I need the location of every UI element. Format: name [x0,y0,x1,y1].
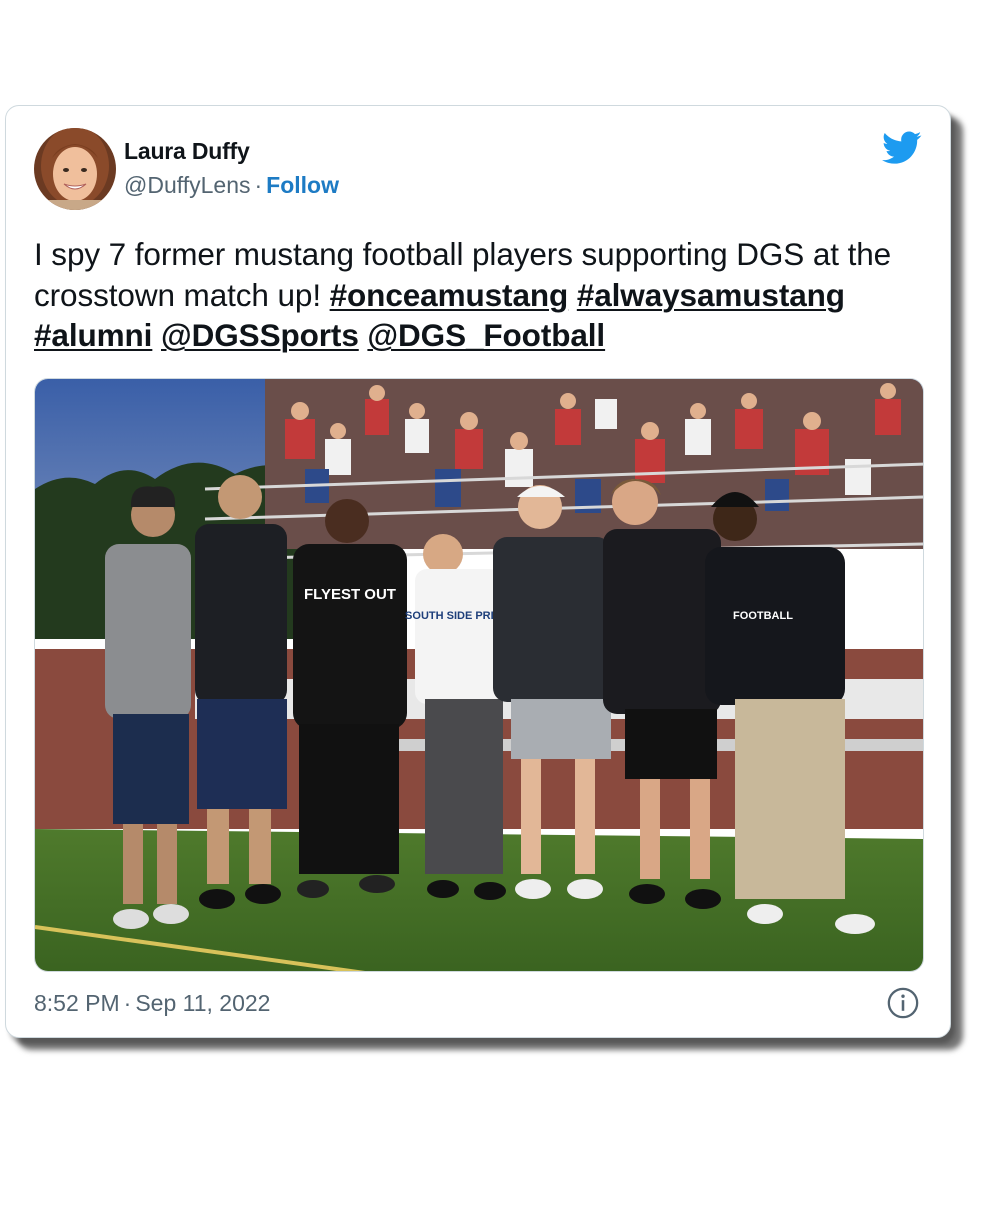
author-name[interactable]: Laura Duffy [124,138,250,165]
info-icon[interactable] [886,986,920,1020]
tweet-date: Sep 11, 2022 [135,990,271,1016]
author-meta: @DuffyLens · Follow [124,172,339,199]
tweet-card: Laura Duffy @DuffyLens · Follow I spy 7 fo… [5,105,951,1038]
author-handle[interactable]: @DuffyLens [124,172,251,198]
twitter-bird-icon[interactable] [882,130,922,166]
mention-dgssports[interactable]: @DGSSports [161,317,359,353]
hashtag-onceamustang[interactable]: #onceamustang [330,277,569,313]
hashtag-alumni[interactable]: #alumni [34,317,152,353]
shirt-text-flyest-out: FLYEST OUT [304,586,396,603]
tweet-timestamp[interactable]: 8:52 PM · Sep 11, 2022 [34,990,270,1017]
hashtag-alwaysamustang[interactable]: #alwaysamustang [577,277,845,313]
follow-button[interactable]: Follow [266,172,339,198]
separator: · [123,990,132,1016]
separator: · [254,172,263,198]
mention-dgs-football[interactable]: @DGS_Football [367,317,605,353]
tweet-photo[interactable]: FLYEST OUT SOUTH SIDE PRIDE FOOTBALL [34,378,924,972]
shirt-text-football: FOOTBALL [733,610,793,622]
author-avatar[interactable] [34,128,116,210]
tweet-text: I spy 7 former mustang football players … [34,234,934,356]
tweet-time: 8:52 PM [34,990,120,1016]
